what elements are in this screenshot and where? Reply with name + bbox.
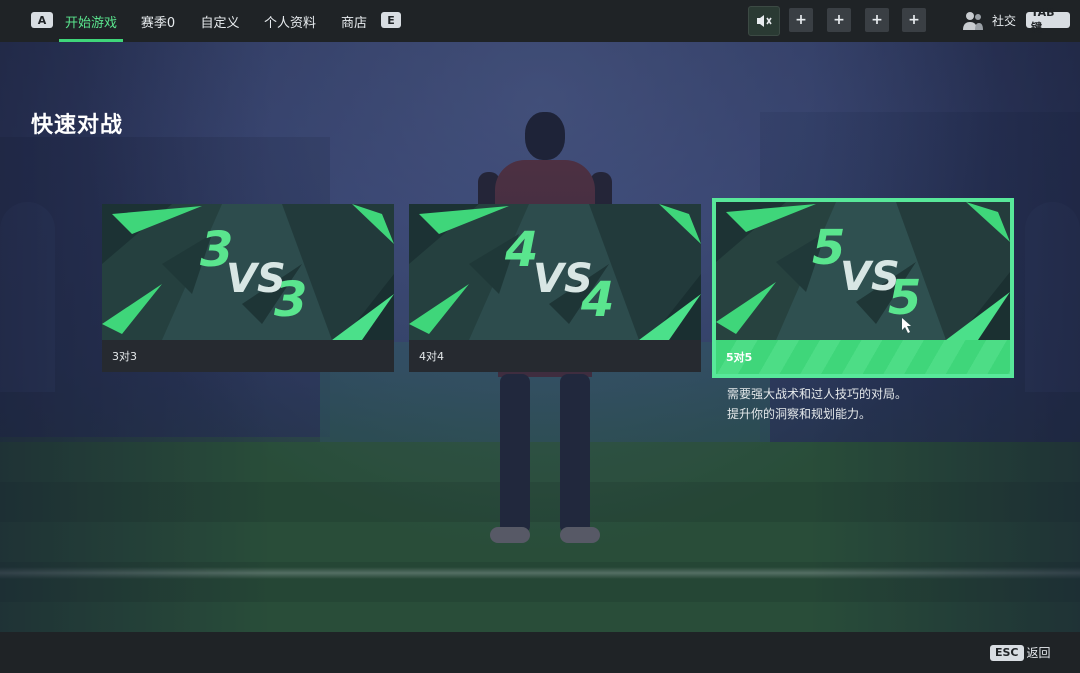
social-label[interactable]: 社交 [992, 12, 1016, 29]
mode-card-5v5[interactable]: 5 VS 5 5对5 [712, 198, 1014, 378]
plus-icon: + [795, 12, 807, 28]
back-key: ESC [990, 644, 1024, 661]
mode-card-label: 5对5 [716, 340, 1010, 374]
tab-shop[interactable]: 商店 [336, 0, 372, 42]
mode-card-art: 5 VS 5 [716, 202, 1010, 340]
party-slot-button-2[interactable]: + [827, 8, 851, 32]
mode-label-text: 3对3 [112, 350, 137, 363]
nav-next-key[interactable]: E [381, 12, 401, 28]
tab-label: 个人资料 [263, 15, 316, 31]
tab-label: 自定义 [200, 15, 240, 31]
tab-season[interactable]: 赛季0 [134, 0, 182, 42]
art-right-number: 5 [888, 270, 921, 326]
tab-label: 商店 [340, 15, 367, 31]
page-title: 快速对战 [31, 113, 124, 138]
plus-icon: + [833, 12, 845, 28]
mode-card-3v3[interactable]: 3 VS 3 3对3 [102, 204, 394, 372]
plus-icon: + [908, 12, 920, 28]
bottom-bar: ESC 返回 [0, 632, 1080, 673]
mode-card-art: 4 VS 4 [409, 204, 701, 340]
mode-card-label: 3对3 [102, 340, 394, 372]
voice-mute-button[interactable] [748, 6, 780, 36]
party-slot-button-4[interactable]: + [902, 8, 926, 32]
art-right-number: 3 [274, 272, 307, 328]
party-slot-button-1[interactable]: + [789, 8, 813, 32]
art-right-number: 4 [580, 272, 614, 328]
mode-description: 需要强大战术和过人技巧的对局。 提升你的洞察和规划能力。 [727, 384, 907, 424]
friends-icon[interactable] [962, 11, 984, 31]
plus-icon: + [871, 12, 883, 28]
tab-profile[interactable]: 个人资料 [259, 0, 321, 42]
back-label: 返回 [1026, 646, 1051, 660]
social-key: TAB键 [1026, 6, 1070, 34]
back-button[interactable]: ESC 返回 [990, 644, 1051, 661]
nav-prev-key[interactable]: A [31, 12, 53, 28]
top-nav-bar: A 开始游戏 赛季0 自定义 个人资料 商店 E + + + + 社交 TAB键 [0, 0, 1080, 42]
tab-start-game[interactable]: 开始游戏 [59, 0, 123, 42]
tab-label: 赛季0 [140, 15, 176, 31]
mode-label-text: 4对4 [419, 350, 444, 363]
mode-card-4v4[interactable]: 4 VS 4 4对4 [409, 204, 701, 372]
mode-card-label: 4对4 [409, 340, 701, 372]
tab-custom[interactable]: 自定义 [196, 0, 244, 42]
description-line: 需要强大战术和过人技巧的对局。 [727, 387, 908, 401]
mode-card-art: 3 VS 3 [102, 204, 394, 340]
description-line: 提升你的洞察和规划能力。 [727, 407, 872, 421]
party-slot-button-3[interactable]: + [865, 8, 889, 32]
tab-label: 开始游戏 [64, 15, 117, 31]
speaker-muted-icon [757, 15, 772, 27]
mode-label-text: 5对5 [726, 351, 753, 364]
